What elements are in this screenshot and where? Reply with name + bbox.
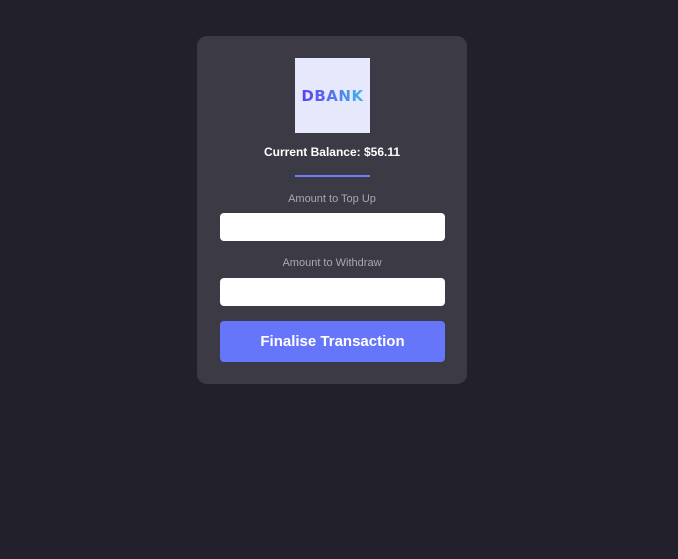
dbank-logo: DBANK bbox=[295, 58, 370, 133]
withdraw-amount-input[interactable] bbox=[220, 278, 445, 306]
logo-text: DBANK bbox=[301, 86, 364, 105]
divider bbox=[295, 175, 370, 177]
withdraw-label: Amount to Withdraw bbox=[282, 257, 382, 269]
topup-amount-input[interactable] bbox=[220, 213, 445, 241]
current-balance: Current Balance: $56.11 bbox=[263, 145, 401, 159]
finalise-transaction-button[interactable]: Finalise Transaction bbox=[220, 321, 445, 362]
topup-label: Amount to Top Up bbox=[288, 193, 376, 205]
transaction-card: DBANK Current Balance: $56.11 Amount to … bbox=[197, 36, 467, 384]
